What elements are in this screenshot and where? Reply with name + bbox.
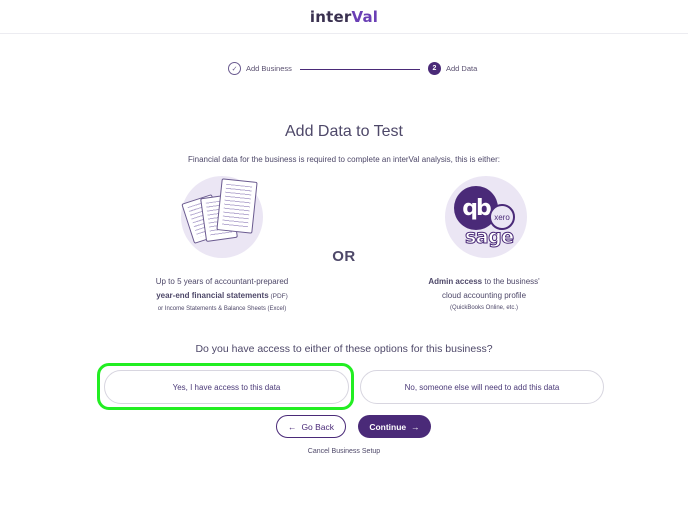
- check-icon: ✓: [228, 62, 241, 75]
- step-label: Add Data: [446, 64, 478, 73]
- option-line: Admin access to the business': [428, 277, 540, 286]
- option-line: Up to 5 years of accountant-prepared: [155, 277, 289, 286]
- sage-logo-icon: sage: [465, 226, 515, 249]
- go-back-label: Go Back: [301, 421, 335, 432]
- accounting-software-logos-icon: qb xero sage: [445, 176, 527, 258]
- choice-no-button[interactable]: No, someone else will need to add this d…: [360, 370, 604, 404]
- logo-text: inter: [309, 7, 352, 26]
- page-subtitle: Financial data for the business is requi…: [187, 155, 500, 164]
- option-financial-statements: Up to 5 years of accountant-prepared yea…: [122, 275, 322, 314]
- option-line: cloud accounting profile: [441, 291, 527, 300]
- interval-logo[interactable]: interVal: [310, 8, 378, 26]
- arrow-left-icon: ←: [287, 421, 297, 432]
- step-add-business: ✓ Add Business: [228, 62, 292, 75]
- top-bar: interVal: [0, 0, 688, 34]
- option-note: or Income Statements & Balance Sheets (E…: [157, 306, 287, 312]
- step-number: 2: [428, 62, 441, 75]
- logo-text-accent: Val: [351, 7, 379, 26]
- continue-label: Continue: [369, 421, 407, 432]
- financial-statements-icon: [181, 176, 263, 258]
- option-note: (QuickBooks Online, etc.): [449, 305, 519, 311]
- go-back-button[interactable]: ← Go Back: [276, 415, 346, 438]
- option-line: year-end financial statements (PDF): [156, 291, 288, 300]
- progress-stepper: ✓ Add Business 2 Add Data: [0, 62, 688, 78]
- option-admin-access: Admin access to the business' cloud acco…: [384, 275, 584, 313]
- arrow-right-icon: →: [411, 421, 420, 432]
- cancel-setup-link[interactable]: Cancel Business Setup: [0, 448, 688, 455]
- document-sheet: [216, 178, 258, 234]
- step-add-data: 2 Add Data: [428, 62, 477, 75]
- step-label: Add Business: [246, 64, 292, 73]
- step-connector: [300, 69, 420, 71]
- continue-button[interactable]: Continue →: [358, 415, 431, 438]
- page-title: Add Data to Test: [285, 123, 403, 140]
- choice-yes-button[interactable]: Yes, I have access to this data: [104, 370, 349, 404]
- access-question: Do you have access to either of these op…: [195, 343, 493, 355]
- or-divider-label: OR: [332, 248, 356, 265]
